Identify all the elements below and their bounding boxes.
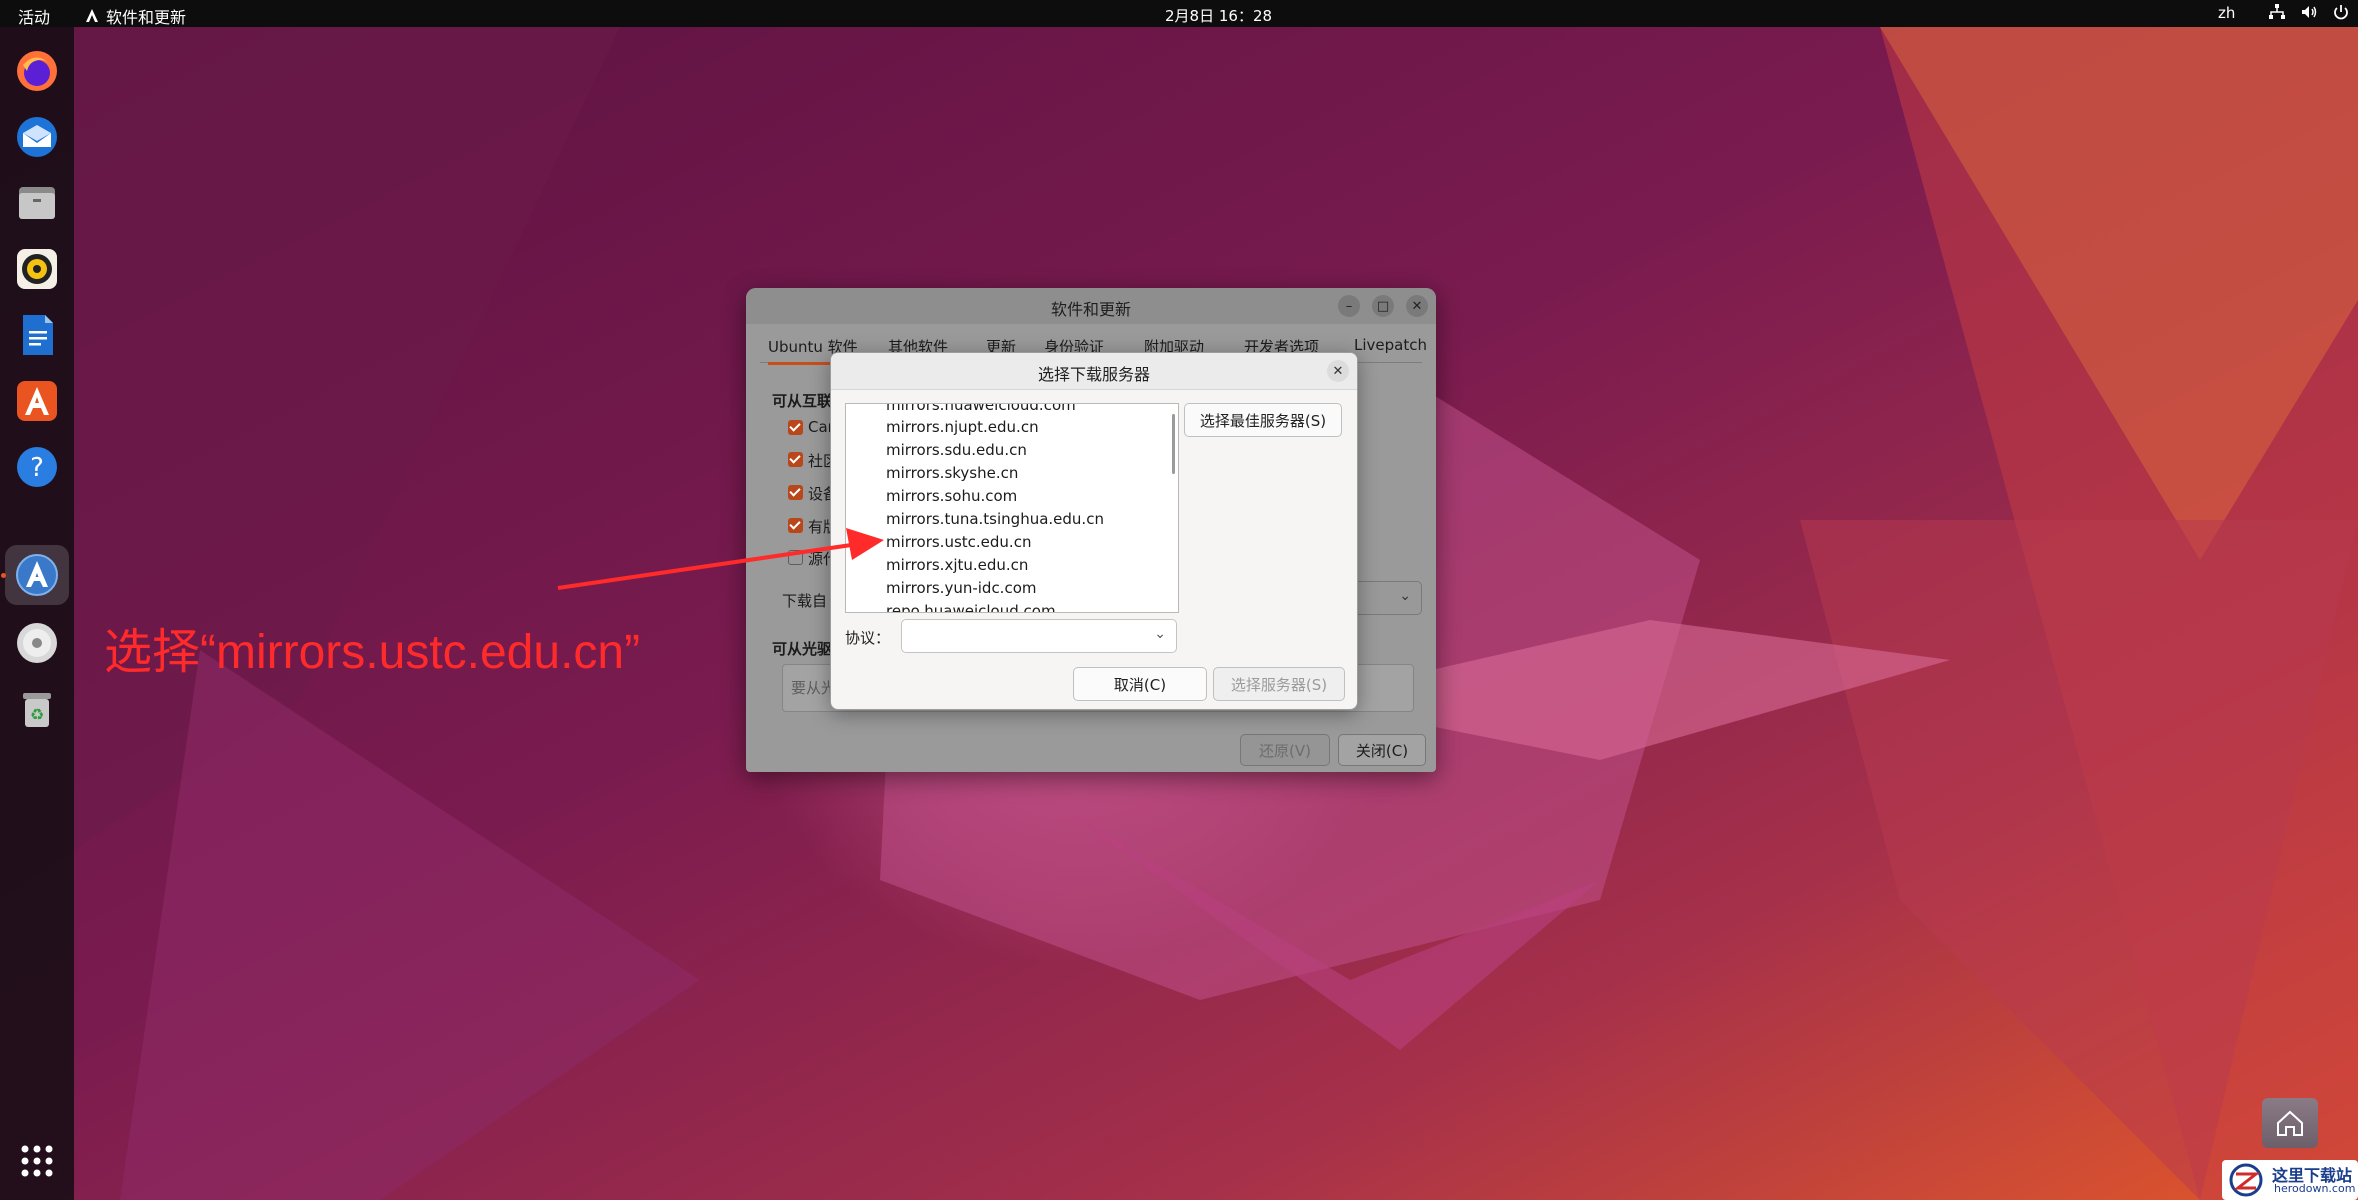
download-from-label: 下载自 (782, 592, 828, 610)
revert-button[interactable]: 还原(V) (1240, 734, 1330, 766)
close-icon: ✕ (1332, 363, 1344, 379)
clock[interactable]: 2月8日 16：28 (1165, 5, 1272, 26)
rhythmbox-icon[interactable] (11, 243, 63, 295)
help-icon[interactable]: ? (11, 441, 63, 493)
app-center-icon[interactable] (11, 375, 63, 427)
close-window-button[interactable]: ✕ (1406, 295, 1428, 317)
dvd-icon[interactable] (11, 617, 63, 669)
list-item[interactable]: mirrors.njupt.edu.cn (886, 418, 1039, 436)
minimize-button[interactable]: – (1338, 295, 1360, 317)
network-icon (2268, 3, 2286, 21)
show-apps-icon[interactable] (11, 1135, 63, 1187)
maximize-icon: □ (1376, 298, 1390, 314)
list-item[interactable]: mirrors.xjtu.edu.cn (886, 556, 1028, 574)
internet-section-label: 可从互联 (772, 392, 833, 410)
home-folder-icon[interactable] (2262, 1098, 2318, 1148)
minimize-icon: – (1345, 298, 1353, 314)
list-item[interactable]: mirrors.huaweicloud.com (886, 404, 1076, 414)
dialog-titlebar[interactable]: 选择下载服务器 ✕ (831, 353, 1357, 390)
chevron-down-icon: ⌄ (1399, 588, 1411, 604)
app-menu[interactable]: 软件和更新 (84, 4, 186, 28)
checkbox-community[interactable] (788, 452, 803, 467)
list-item[interactable]: mirrors.sdu.edu.cn (886, 441, 1027, 459)
window-title: 软件和更新 (1050, 300, 1131, 319)
checkbox-drivers[interactable] (788, 485, 803, 500)
checkbox-canonical[interactable] (788, 420, 803, 435)
dialog-title: 选择下载服务器 (1037, 365, 1150, 384)
power-icon (2332, 3, 2350, 21)
protocol-combo[interactable]: ⌄ (901, 619, 1177, 653)
firefox-icon[interactable] (11, 45, 63, 97)
top-bar: 活动 软件和更新 2月8日 16：28 zh (0, 0, 2358, 27)
watermark: 这里下载站 herodown.com (2222, 1160, 2358, 1200)
list-item-ustc[interactable]: mirrors.ustc.edu.cn (886, 533, 1031, 551)
input-language[interactable]: zh (2218, 4, 2235, 22)
cancel-button[interactable]: 取消(C) (1073, 667, 1207, 701)
cdrom-section-label: 可从光驱 (772, 640, 833, 658)
app-menu-label: 软件和更新 (106, 8, 187, 27)
svg-text:♻: ♻ (30, 705, 44, 724)
software-properties-icon (86, 9, 98, 22)
thunderbird-icon[interactable] (11, 111, 63, 163)
libreoffice-writer-icon[interactable] (11, 309, 63, 361)
choose-server-dialog: 选择下载服务器 ✕ mirrors.huaweicloud.com mirror… (830, 352, 1358, 710)
trash-icon[interactable]: ♻ (11, 683, 63, 735)
system-tray[interactable] (2268, 3, 2350, 21)
mirror-list[interactable]: mirrors.huaweicloud.com mirrors.njupt.ed… (845, 403, 1179, 613)
list-item[interactable]: mirrors.yun-idc.com (886, 579, 1037, 597)
watermark-subtext: herodown.com (2274, 1182, 2356, 1195)
list-item[interactable]: mirrors.tuna.tsinghua.edu.cn (886, 510, 1104, 528)
files-icon[interactable] (11, 177, 63, 229)
list-scrollbar[interactable] (1172, 414, 1175, 474)
select-best-server-button[interactable]: 选择最佳服务器(S) (1184, 403, 1342, 437)
close-icon: ✕ (1411, 298, 1423, 314)
list-item[interactable]: mirrors.sohu.com (886, 487, 1017, 505)
running-indicator (1, 573, 6, 578)
close-button[interactable]: 关闭(C) (1338, 734, 1426, 766)
list-item[interactable]: repo.huaweicloud.com (886, 602, 1056, 612)
choose-server-button[interactable]: 选择服务器(S) (1213, 667, 1345, 701)
window-titlebar[interactable]: 软件和更新 – □ ✕ (746, 288, 1436, 324)
watermark-logo (2229, 1163, 2263, 1197)
activities-button[interactable]: 活动 (18, 4, 50, 28)
list-item[interactable]: mirrors.skyshe.cn (886, 464, 1018, 482)
annotation-text: 选择“mirrors.ustc.edu.cn” (104, 626, 641, 679)
checkbox-restricted[interactable] (788, 518, 803, 533)
volume-icon (2300, 3, 2318, 21)
checkbox-source-code[interactable] (788, 550, 803, 565)
maximize-button[interactable]: □ (1372, 295, 1394, 317)
svg-text:?: ? (30, 453, 44, 483)
dock: ? ♻ (0, 27, 74, 1200)
chevron-down-icon: ⌄ (1154, 626, 1166, 642)
tab-livepatch[interactable]: Livepatch (1354, 336, 1427, 354)
software-updater-icon[interactable] (5, 545, 69, 605)
protocol-label: 协议： (845, 629, 891, 647)
dialog-close-button[interactable]: ✕ (1327, 360, 1349, 382)
